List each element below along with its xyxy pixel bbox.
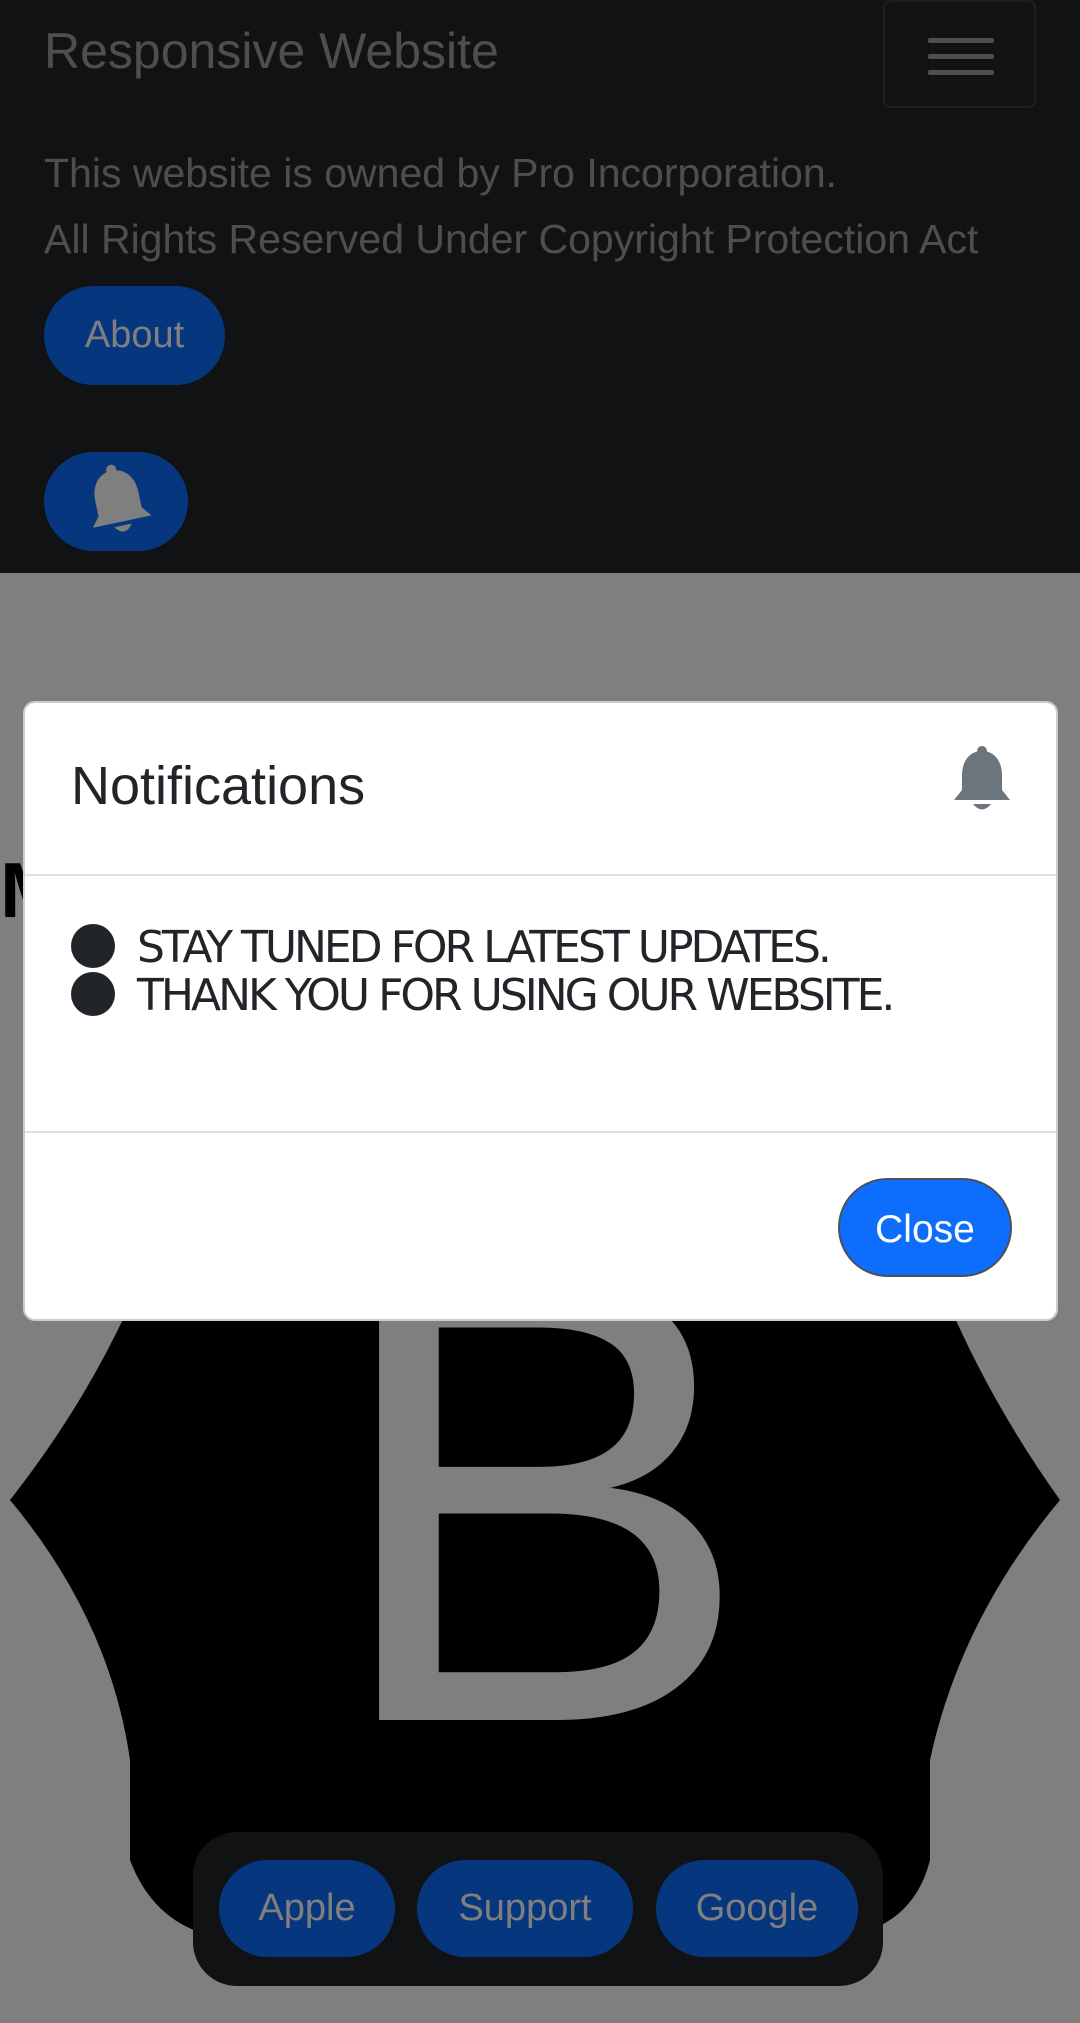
modal-footer: Close	[25, 1133, 1056, 1323]
modal-body: STAY TUNED FOR LATEST UPDATES. THANK YOU…	[25, 876, 1056, 1133]
notification-text: STAY TUNED FOR LATEST UPDATES.	[137, 922, 832, 973]
bullet-icon	[71, 972, 115, 1016]
notification-item: STAY TUNED FOR LATEST UPDATES.	[71, 924, 1021, 972]
notification-item: THANK YOU FOR USING OUR WEBSITE.	[71, 972, 1021, 1020]
modal-header: Notifications	[25, 703, 1056, 876]
modal-title: Notifications	[71, 756, 366, 816]
notification-text: THANK YOU FOR USING OUR WEBSITE.	[137, 970, 895, 1021]
notifications-modal: Notifications STAY TUNED FOR LATEST UPDA…	[23, 701, 1058, 1321]
bullet-icon	[71, 924, 115, 968]
notification-list: STAY TUNED FOR LATEST UPDATES. THANK YOU…	[71, 924, 1021, 1020]
bell-icon	[954, 746, 1010, 810]
close-button[interactable]: Close	[838, 1178, 1012, 1277]
